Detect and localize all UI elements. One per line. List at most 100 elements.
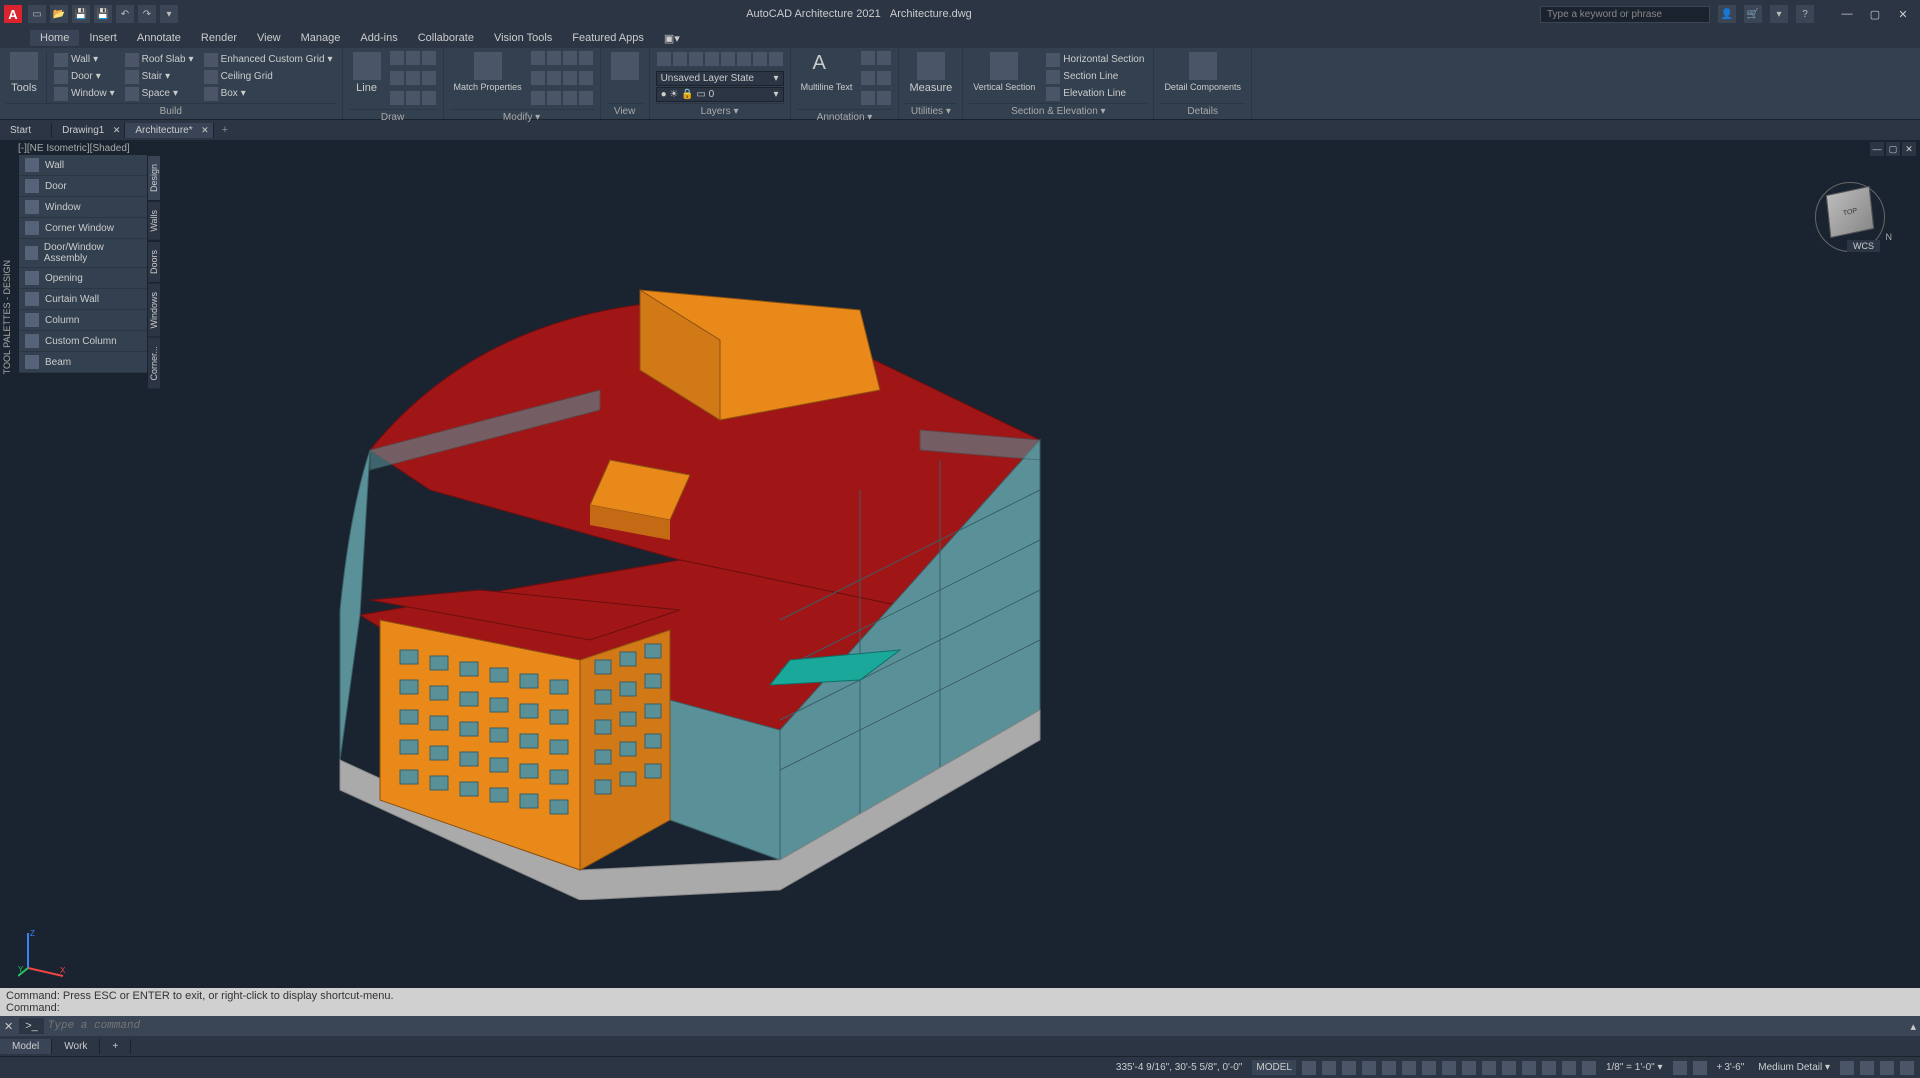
hsection-button[interactable]: Horizontal Section bbox=[1043, 52, 1147, 68]
detail-display[interactable]: Medium Detail ▾ bbox=[1754, 1060, 1834, 1075]
palette-beam[interactable]: Beam bbox=[19, 352, 147, 373]
door-button[interactable]: Door ▾ bbox=[51, 69, 118, 85]
custom-icon[interactable] bbox=[1900, 1061, 1914, 1075]
trim-icon[interactable] bbox=[563, 51, 577, 65]
qat-save-icon[interactable]: 💾 bbox=[72, 5, 90, 23]
tab-addins[interactable]: Add-ins bbox=[350, 30, 407, 46]
layer8-icon[interactable] bbox=[769, 52, 783, 66]
layer7-icon[interactable] bbox=[753, 52, 767, 66]
dim6-icon[interactable] bbox=[877, 91, 891, 105]
workspace-icon[interactable] bbox=[1673, 1061, 1687, 1075]
panel-annotation-label[interactable]: Annotation ▾ bbox=[797, 109, 893, 125]
vp-close-icon[interactable]: ✕ bbox=[1902, 142, 1916, 156]
annoviz-icon[interactable] bbox=[1562, 1061, 1576, 1075]
panel-layers-label[interactable]: Layers ▾ bbox=[656, 103, 784, 119]
app-logo[interactable]: A bbox=[4, 5, 22, 23]
tab-manage[interactable]: Manage bbox=[291, 30, 351, 46]
grid-snap-icon[interactable] bbox=[1302, 1061, 1316, 1075]
circle-icon[interactable] bbox=[422, 51, 436, 65]
view-button[interactable] bbox=[607, 50, 643, 103]
dim2-icon[interactable] bbox=[877, 51, 891, 65]
ortho-icon[interactable] bbox=[1342, 1061, 1356, 1075]
signin-icon[interactable]: 👤 bbox=[1718, 5, 1736, 23]
palette-wall[interactable]: Wall bbox=[19, 155, 147, 176]
layer6-icon[interactable] bbox=[737, 52, 751, 66]
sidetab-corner[interactable]: Corner... bbox=[147, 337, 161, 390]
tab-architecture[interactable]: Architecture*✕ bbox=[125, 123, 213, 138]
measure-button[interactable]: Measure bbox=[905, 50, 956, 103]
layer1-icon[interactable] bbox=[657, 52, 671, 66]
command-input[interactable] bbox=[48, 1020, 1911, 1032]
cycling-icon[interactable] bbox=[1462, 1061, 1476, 1075]
viewcube[interactable]: TOP N bbox=[1810, 170, 1890, 250]
close-tab-icon[interactable]: ✕ bbox=[113, 125, 121, 136]
tab-expand-icon[interactable]: ▣▾ bbox=[654, 30, 690, 47]
sidetab-doors[interactable]: Doors bbox=[147, 241, 161, 283]
copy-icon[interactable] bbox=[531, 71, 545, 85]
dynucs-icon[interactable] bbox=[1502, 1061, 1516, 1075]
3dosnap-icon[interactable] bbox=[1482, 1061, 1496, 1075]
panel-utilities-label[interactable]: Utilities ▾ bbox=[905, 103, 956, 119]
tab-home[interactable]: Home bbox=[30, 30, 79, 46]
layer4-icon[interactable] bbox=[705, 52, 719, 66]
monitor-icon[interactable] bbox=[1693, 1061, 1707, 1075]
help-search[interactable]: Type a keyword or phrase bbox=[1540, 6, 1710, 23]
viewport-label[interactable]: [-][NE Isometric][Shaded] bbox=[18, 143, 130, 154]
palette-customcolumn[interactable]: Custom Column bbox=[19, 331, 147, 352]
add-tab-icon[interactable]: + bbox=[214, 122, 236, 138]
close-tab-icon[interactable]: ✕ bbox=[201, 125, 209, 136]
tab-view[interactable]: View bbox=[247, 30, 291, 46]
window-button[interactable]: Window ▾ bbox=[51, 86, 118, 102]
tab-drawing1[interactable]: Drawing1✕ bbox=[52, 123, 125, 138]
qat-new-icon[interactable]: ▭ bbox=[28, 5, 46, 23]
dim4-icon[interactable] bbox=[877, 71, 891, 85]
palette-cornerwindow[interactable]: Corner Window bbox=[19, 218, 147, 239]
scale-icon[interactable] bbox=[547, 91, 561, 105]
minimize-icon[interactable]: — bbox=[1834, 5, 1860, 23]
polar-icon[interactable] bbox=[1362, 1061, 1376, 1075]
hatch-icon[interactable] bbox=[422, 71, 436, 85]
point-icon[interactable] bbox=[406, 91, 420, 105]
match-button[interactable]: Match Properties bbox=[450, 50, 526, 109]
maximize-icon[interactable]: ▢ bbox=[1862, 5, 1888, 23]
panel-section-label[interactable]: Section & Elevation ▾ bbox=[969, 103, 1147, 119]
ucs-icon[interactable]: Z X Y bbox=[18, 928, 68, 978]
qat-redo-icon[interactable]: ↷ bbox=[138, 5, 156, 23]
scale-display[interactable]: 1/8" = 1'-0" ▾ bbox=[1602, 1060, 1667, 1075]
layer-dropdown[interactable]: ● ☀ 🔒 ▭ 0▾ bbox=[656, 87, 784, 102]
sidetab-windows[interactable]: Windows bbox=[147, 283, 161, 338]
space-button[interactable]: Space ▾ bbox=[122, 86, 197, 102]
extend-icon[interactable] bbox=[579, 51, 593, 65]
sidetab-walls[interactable]: Walls bbox=[147, 201, 161, 241]
explode-icon[interactable] bbox=[579, 91, 593, 105]
wcs-label[interactable]: WCS bbox=[1847, 240, 1880, 252]
palette-column[interactable]: Column bbox=[19, 310, 147, 331]
vp-min-icon[interactable]: — bbox=[1870, 142, 1884, 156]
tab-visiontools[interactable]: Vision Tools bbox=[484, 30, 562, 46]
tab-featuredapps[interactable]: Featured Apps bbox=[562, 30, 654, 46]
rotate-icon[interactable] bbox=[547, 51, 561, 65]
viewport[interactable]: [-][NE Isometric][Shaded] — ▢ ✕ TOOL PAL… bbox=[0, 140, 1920, 988]
cmd-close-icon[interactable]: ✕ bbox=[4, 1020, 13, 1033]
palette-dwassembly[interactable]: Door/Window Assembly bbox=[19, 239, 147, 268]
elev-display[interactable]: + 3'-6" bbox=[1713, 1060, 1749, 1075]
mirror-icon[interactable] bbox=[547, 71, 561, 85]
roofslab-button[interactable]: Roof Slab ▾ bbox=[122, 52, 197, 68]
model-button[interactable]: MODEL bbox=[1252, 1060, 1296, 1075]
offset-icon[interactable] bbox=[563, 91, 577, 105]
qat-dropdown-icon[interactable]: ▾ bbox=[160, 5, 178, 23]
osnap-icon[interactable] bbox=[1382, 1061, 1396, 1075]
hardware-icon[interactable] bbox=[1860, 1061, 1874, 1075]
detailcomp-button[interactable]: Detail Components bbox=[1160, 50, 1245, 103]
transparency-icon[interactable] bbox=[1442, 1061, 1456, 1075]
tools-button[interactable]: Tools bbox=[6, 50, 42, 103]
clean-icon[interactable] bbox=[1880, 1061, 1894, 1075]
sectionline-button[interactable]: Section Line bbox=[1043, 69, 1147, 85]
app-dropdown-icon[interactable]: ▾ bbox=[1770, 5, 1788, 23]
palette-curtainwall[interactable]: Curtain Wall bbox=[19, 289, 147, 310]
ellipse-icon[interactable] bbox=[406, 71, 420, 85]
qat-undo-icon[interactable]: ↶ bbox=[116, 5, 134, 23]
autoscale-icon[interactable] bbox=[1582, 1061, 1596, 1075]
help-icon[interactable]: ? bbox=[1796, 5, 1814, 23]
sidetab-design[interactable]: Design bbox=[147, 155, 161, 201]
